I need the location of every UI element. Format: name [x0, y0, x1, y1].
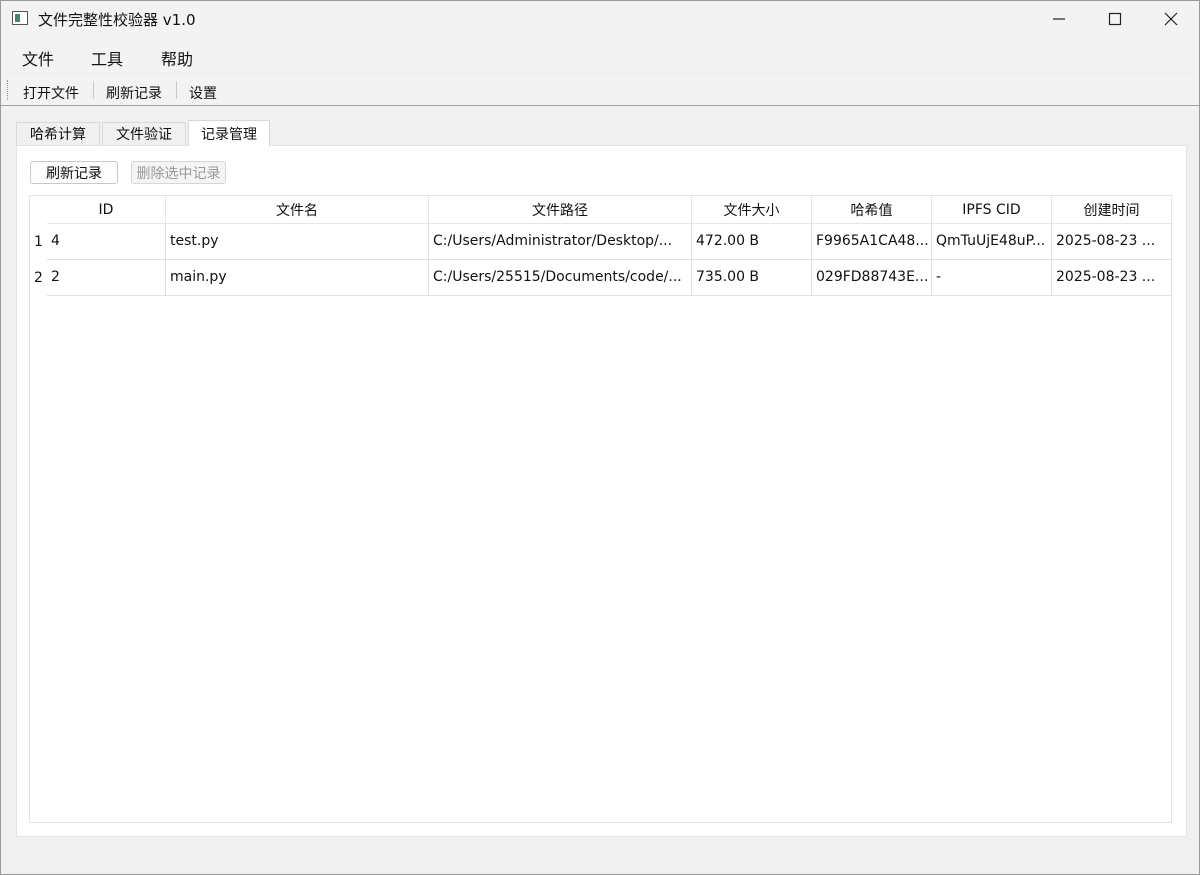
cell-ipfs-cid[interactable]: - — [932, 260, 1052, 295]
close-button[interactable] — [1143, 1, 1199, 37]
toolbar-grip[interactable] — [7, 80, 10, 100]
window-title: 文件完整性校验器 v1.0 — [38, 11, 196, 29]
cell-id[interactable]: 4 — [47, 224, 166, 259]
minimize-icon — [1053, 18, 1065, 20]
column-header-filename[interactable]: 文件名 — [166, 196, 429, 223]
app-window: 文件完整性校验器 v1.0 文件 工具 帮助 打开文件 刷新记录 设置 哈希计算… — [0, 0, 1200, 875]
row-header[interactable]: 2 — [30, 260, 47, 296]
cell-filesize[interactable]: 472.00 B — [692, 224, 812, 259]
toolbar-separator — [93, 81, 94, 99]
table-row[interactable]: 2 main.py C:/Users/25515/Documents/code/… — [47, 260, 1172, 296]
cell-filepath[interactable]: C:/Users/Administrator/Desktop/... — [429, 224, 692, 259]
menu-tools[interactable]: 工具 — [91, 46, 123, 70]
cell-filename[interactable]: main.py — [166, 260, 429, 295]
refresh-records-button[interactable]: 刷新记录 — [30, 161, 118, 184]
cell-filename[interactable]: test.py — [166, 224, 429, 259]
refresh-records-toolbar-button[interactable]: 刷新记录 — [106, 83, 162, 103]
app-icon — [12, 11, 28, 25]
tab-record-management[interactable]: 记录管理 — [188, 120, 270, 146]
open-file-button[interactable]: 打开文件 — [23, 83, 79, 103]
menu-help[interactable]: 帮助 — [161, 46, 193, 70]
settings-button[interactable]: 设置 — [189, 83, 217, 103]
row-header[interactable]: 1 — [30, 224, 47, 260]
minimize-button[interactable] — [1031, 1, 1087, 37]
toolbar-separator — [176, 81, 177, 99]
tab-file-verification[interactable]: 文件验证 — [102, 122, 186, 145]
table-row[interactable]: 4 test.py C:/Users/Administrator/Desktop… — [47, 224, 1172, 260]
cell-created-time[interactable]: 2025-08-23 ... — [1052, 224, 1172, 259]
title-bar: 文件完整性校验器 v1.0 — [1, 1, 1199, 37]
delete-selected-button[interactable]: 删除选中记录 — [131, 161, 226, 184]
cell-id[interactable]: 2 — [47, 260, 166, 295]
column-header-id[interactable]: ID — [47, 196, 166, 223]
column-header-filesize[interactable]: 文件大小 — [692, 196, 812, 223]
cell-ipfs-cid[interactable]: QmTuUjE48uP... — [932, 224, 1052, 259]
menu-file[interactable]: 文件 — [22, 46, 54, 70]
menu-bar: 文件 工具 帮助 — [1, 37, 1199, 73]
toolbar: 打开文件 刷新记录 设置 — [1, 75, 1199, 105]
maximize-icon — [1108, 12, 1122, 26]
cell-created-time[interactable]: 2025-08-23 ... — [1052, 260, 1172, 295]
column-header-created-time[interactable]: 创建时间 — [1052, 196, 1172, 223]
divider — [1, 105, 1199, 106]
close-icon — [1164, 12, 1178, 26]
maximize-button[interactable] — [1087, 1, 1143, 37]
cell-filesize[interactable]: 735.00 B — [692, 260, 812, 295]
column-header-hash[interactable]: 哈希值 — [812, 196, 932, 223]
cell-filepath[interactable]: C:/Users/25515/Documents/code/... — [429, 260, 692, 295]
records-table: ID 文件名 文件路径 文件大小 哈希值 IPFS CID 创建时间 1 4 t… — [29, 195, 1172, 823]
column-header-ipfs-cid[interactable]: IPFS CID — [932, 196, 1052, 223]
cell-hash[interactable]: 029FD88743E... — [812, 260, 932, 295]
cell-hash[interactable]: F9965A1CA48... — [812, 224, 932, 259]
column-header-filepath[interactable]: 文件路径 — [429, 196, 692, 223]
tab-hash-calculation[interactable]: 哈希计算 — [16, 122, 100, 145]
